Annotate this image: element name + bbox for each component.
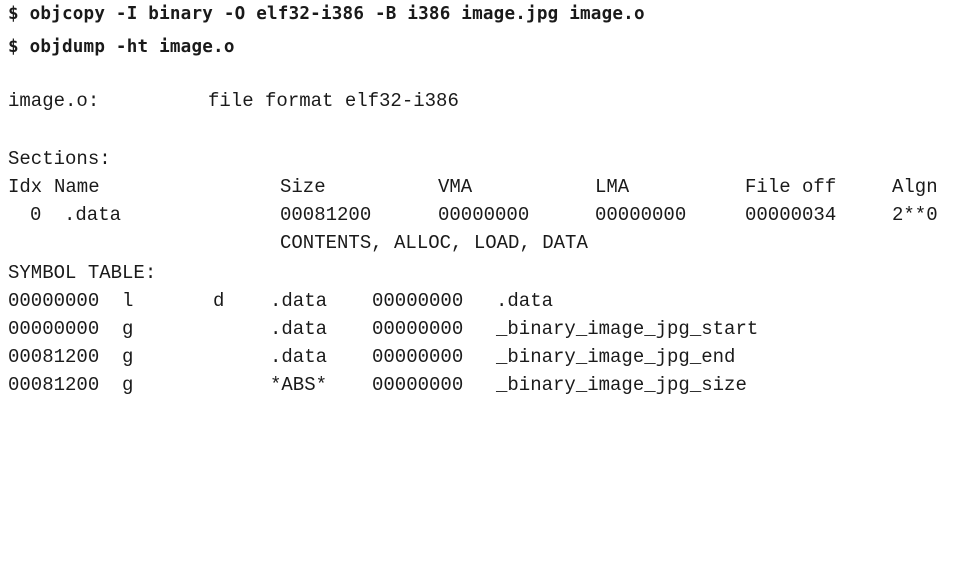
section-size: 00081200 (280, 204, 372, 226)
symbol-name: _binary_image_jpg_end (496, 346, 736, 368)
section-file-off: 00000034 (745, 204, 837, 226)
section-vma: 00000000 (438, 204, 530, 226)
sections-title: Sections: (8, 148, 111, 170)
symbol-section: .data (270, 346, 328, 368)
file-format-line: image.o: file format elf32-i386 (8, 89, 459, 113)
symbol-flag: g (122, 374, 134, 396)
symbol-size: 00000000 (372, 318, 464, 340)
terminal-output: $ objcopy -I binary -O elf32-i386 -B i38… (8, 2, 958, 402)
symbol-value: 00081200 (8, 346, 100, 368)
symbol-value: 00000000 (8, 318, 100, 340)
file-format: file format elf32-i386 (208, 90, 459, 112)
header-lma: LMA (595, 176, 630, 198)
sections-header-row: Idx Name Size VMA LMA File off Algn (8, 175, 938, 199)
symbol-section: *ABS* (270, 374, 328, 396)
symbol-name: _binary_image_jpg_size (496, 374, 747, 396)
section-algn: 2**0 (892, 204, 938, 226)
header-size: Size (280, 176, 326, 198)
section-idx: 0 (30, 204, 42, 226)
symbol-flag: g (122, 346, 134, 368)
header-idx: Idx (8, 176, 43, 198)
header-vma: VMA (438, 176, 473, 198)
symbol-value: 00000000 (8, 290, 100, 312)
section-name: .data (64, 204, 122, 226)
symbol-flag: g (122, 318, 134, 340)
symbol-section: .data (270, 290, 328, 312)
symbol-name: _binary_image_jpg_start (496, 318, 759, 340)
symbol-size: 00000000 (372, 290, 464, 312)
command-line-objdump: $ objdump -ht image.o (8, 37, 235, 57)
section-flags: CONTENTS, ALLOC, LOAD, DATA (280, 232, 588, 254)
command-line-objcopy: $ objcopy -I binary -O elf32-i386 -B i38… (8, 4, 645, 24)
header-file-off: File off (745, 176, 837, 198)
header-algn: Algn (892, 176, 938, 198)
symbol-row: 00000000 l d .data 00000000 .data (8, 289, 553, 313)
header-name: Name (54, 176, 100, 198)
symbol-debug-flag: d (213, 290, 225, 312)
symbol-flag: l (122, 290, 134, 312)
symbol-value: 00081200 (8, 374, 100, 396)
file-name: image.o: (8, 90, 100, 112)
symbol-row: 00000000 g .data 00000000 _binary_image_… (8, 317, 758, 341)
section-row: 0 .data 00081200 00000000 00000000 00000… (8, 203, 938, 227)
symbol-size: 00000000 (372, 346, 464, 368)
section-flags-line: CONTENTS, ALLOC, LOAD, DATA (8, 231, 588, 255)
symbol-name: .data (496, 290, 554, 312)
symbol-section: .data (270, 318, 328, 340)
section-lma: 00000000 (595, 204, 687, 226)
symbol-table-title: SYMBOL TABLE: (8, 262, 157, 284)
symbol-row: 00081200 g *ABS* 00000000 _binary_image_… (8, 373, 747, 397)
symbol-size: 00000000 (372, 374, 464, 396)
symbol-row: 00081200 g .data 00000000 _binary_image_… (8, 345, 735, 369)
